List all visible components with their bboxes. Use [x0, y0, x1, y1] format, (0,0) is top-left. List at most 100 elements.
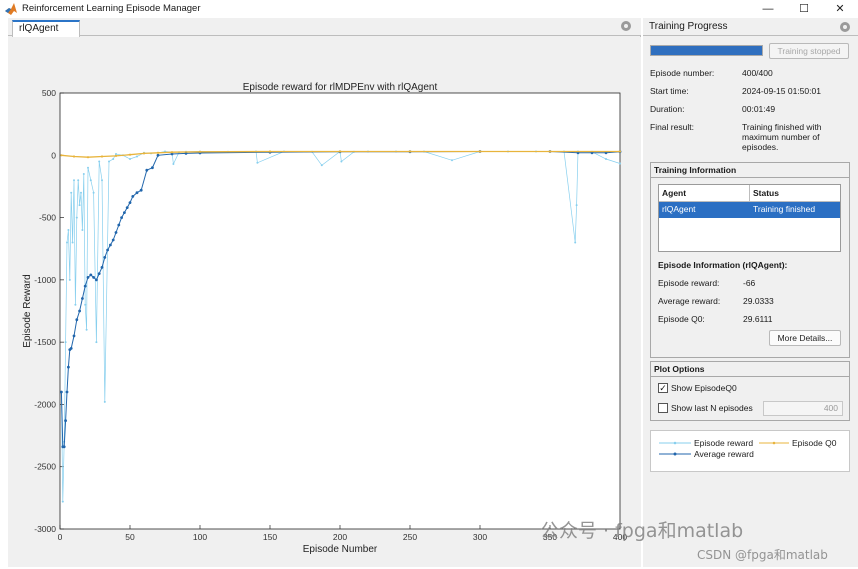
episode-reward-point — [92, 191, 95, 194]
average-reward-point — [106, 248, 109, 252]
episode-reward-point — [575, 204, 578, 207]
show-last-n-episodes-label: Show last N episodes — [671, 403, 753, 413]
episode-reward-point — [108, 160, 110, 163]
legend-average-reward[interactable]: Average reward — [659, 449, 754, 459]
x-tick-label: 300 — [473, 532, 487, 542]
episode-reward-point — [66, 241, 68, 244]
average-reward-point — [60, 390, 63, 394]
show-last-n-episodes-checkbox[interactable] — [658, 403, 668, 413]
tab-rlqagent[interactable]: rlQAgent — [12, 20, 80, 37]
episode-reward-point — [95, 341, 98, 344]
show-episode-q0-checkbox[interactable]: ✓ — [658, 383, 668, 393]
episode-reward-point — [112, 158, 115, 160]
episode-q0-point — [170, 151, 174, 154]
average-reward-point — [117, 223, 121, 227]
episode-reward-point — [85, 328, 88, 331]
average-reward-point — [92, 276, 95, 279]
episode-reward-point — [605, 158, 607, 160]
training-information-title: Training Information — [651, 163, 849, 178]
episode-q0-point — [114, 154, 118, 157]
episode-reward-point — [89, 179, 92, 182]
episode-reward-point — [115, 153, 117, 155]
episode-reward-point — [70, 191, 73, 194]
y-tick-label: -3000 — [34, 524, 56, 534]
episode-q0-point — [408, 150, 412, 153]
episode-reward-point — [73, 179, 75, 182]
episode-q0-point — [60, 154, 63, 157]
average-reward-point — [62, 445, 66, 449]
y-tick-label: 500 — [42, 88, 56, 98]
plot-options-gear-icon[interactable] — [621, 21, 631, 31]
episode-reward-point — [77, 179, 80, 182]
episode-reward-point — [340, 160, 343, 163]
episode-number-value: 400/400 — [742, 68, 773, 78]
window-controls: — ☐ ✕ — [750, 0, 858, 17]
close-button[interactable]: ✕ — [822, 0, 858, 17]
plot-pane: rlQAgent Episode reward for rlMDPEnv wit… — [8, 18, 641, 567]
episode-q0-point — [128, 153, 132, 156]
episode-reward-point — [574, 241, 577, 244]
start-time-value: 2024-09-15 01:50:01 — [742, 86, 821, 96]
x-tick-label: 100 — [193, 532, 207, 542]
document-tabbar: rlQAgent — [8, 18, 641, 37]
panel-options-icon[interactable] — [840, 22, 850, 32]
training-stopped-button[interactable]: Training stopped — [769, 43, 849, 59]
maximize-button[interactable]: ☐ — [786, 0, 822, 17]
window-titlebar: Reinforcement Learning Episode Manager —… — [0, 0, 858, 17]
average-reward-value: 29.0333 — [743, 296, 774, 306]
average-reward-point — [151, 166, 154, 170]
final-result-label: Final result: — [650, 122, 694, 132]
y-axis-label: Episode Reward — [22, 274, 33, 347]
y-tick-label: -2500 — [34, 462, 56, 472]
average-reward-point — [97, 272, 101, 275]
legend-episode-q0-label: Episode Q0 — [792, 438, 837, 448]
episode-reward-point — [451, 159, 453, 162]
column-header-status[interactable]: Status — [750, 185, 782, 201]
wechat-watermark: 公众号 · fpga和matlab — [540, 520, 744, 542]
episode-q0-point — [86, 156, 90, 159]
average-reward-point — [145, 168, 149, 172]
episode-reward-chart[interactable]: Episode reward for rlMDPEnv with rlQAgen… — [8, 37, 641, 567]
episode-reward-point — [61, 500, 64, 503]
episode-q0-label: Episode Q0: — [658, 314, 705, 324]
episode-q0-point — [548, 150, 552, 153]
more-details-button[interactable]: More Details... — [769, 330, 841, 346]
average-reward-point — [81, 297, 84, 300]
episode-reward-point — [84, 303, 87, 306]
agent-cell: rlQAgent — [662, 204, 696, 214]
legend-episode-q0[interactable]: Episode Q0 — [759, 438, 837, 448]
training-progress-bar — [650, 45, 763, 56]
agent-table[interactable]: Agent Status rlQAgent Training finished — [658, 184, 841, 252]
column-header-agent[interactable]: Agent — [659, 185, 750, 201]
episode-q0-point — [72, 155, 76, 158]
episode-reward-point — [75, 216, 78, 219]
chart-title: Episode reward for rlMDPEnv with rlQAgen… — [243, 82, 438, 93]
last-n-episodes-field[interactable]: 400 — [763, 401, 843, 416]
average-reward-point — [128, 201, 132, 205]
minimize-button[interactable]: — — [750, 0, 786, 17]
average-reward-point — [89, 273, 93, 277]
window-title: Reinforcement Learning Episode Manager — [22, 3, 201, 14]
episode-reward-point — [320, 164, 323, 167]
y-tick-label: 0 — [51, 150, 56, 160]
duration-value: 00:01:49 — [742, 104, 776, 114]
episode-reward-point — [101, 179, 103, 182]
table-row[interactable]: rlQAgent Training finished — [659, 202, 840, 218]
episode-reward-point — [129, 158, 131, 160]
x-tick-label: 200 — [333, 532, 347, 542]
average-reward-point — [103, 256, 107, 259]
episode-q0-point — [338, 150, 342, 153]
episode-reward-point — [98, 160, 101, 163]
final-result-value: Training finished with maximum number of… — [742, 122, 822, 152]
x-axis-label: Episode Number — [303, 544, 378, 555]
episode-reward-label: Episode reward: — [658, 278, 720, 288]
average-reward-point — [78, 309, 81, 313]
plot-options-title: Plot Options — [651, 362, 849, 377]
average-reward-point — [95, 278, 98, 282]
legend-episode-reward[interactable]: Episode reward — [659, 438, 753, 448]
average-reward-point — [109, 243, 112, 247]
episode-reward-point — [67, 229, 70, 231]
episode-reward-value: -66 — [743, 278, 756, 288]
average-reward-point — [100, 266, 104, 269]
episode-q0-point — [156, 151, 160, 154]
